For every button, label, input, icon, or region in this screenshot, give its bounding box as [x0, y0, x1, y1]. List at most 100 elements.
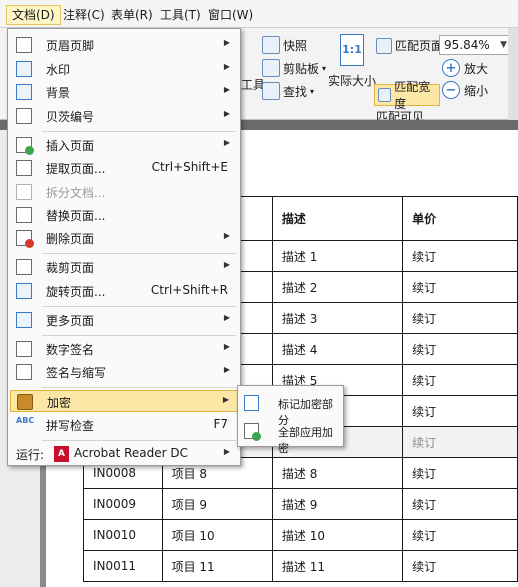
submenu-arrow-icon: ▶: [223, 447, 230, 456]
find-icon: [262, 82, 280, 100]
find-button[interactable]: 查找 ▾: [262, 82, 314, 100]
chevron-down-icon[interactable]: ▼: [500, 36, 507, 54]
fit-width-button[interactable]: 匹配宽度: [374, 80, 440, 111]
menu-item-background[interactable]: 背景 ▶: [10, 81, 238, 103]
actual-size-button[interactable]: 1:1 实际大小: [328, 34, 376, 89]
menu-comment[interactable]: 注释(C): [58, 5, 110, 25]
menu-item-delete-page[interactable]: 删除页面 ▶: [10, 227, 238, 249]
acrobat-reader-label: Acrobat Reader DC: [74, 446, 188, 460]
watermark-icon: [16, 61, 32, 77]
menu-item-label: 背景: [46, 86, 71, 100]
replace-page-icon: [16, 207, 32, 223]
encrypt-submenu: 标记加密部分 全部应用加密: [237, 385, 344, 455]
table-cell: 描述 10: [271, 519, 404, 551]
table-cell: 续订: [402, 302, 518, 334]
insert-page-icon: [16, 137, 34, 155]
fit-page-label: 匹配页面: [395, 39, 444, 53]
table-cell: 描述 1: [271, 240, 404, 272]
menu-item-label: 替换页面...: [46, 209, 106, 223]
table-cell: 续订: [402, 364, 518, 396]
menu-item-watermark[interactable]: 水印 ▶: [10, 58, 238, 80]
dropdown-caret-icon: ▾: [310, 86, 315, 96]
menu-item-crop-page[interactable]: 裁剪页面 ▶: [10, 256, 238, 278]
menu-item-label: 签名与缩写: [46, 366, 107, 380]
table-cell: 续订: [402, 271, 518, 303]
table-cell: IN0011: [83, 550, 163, 582]
snapshot-button[interactable]: 快照: [262, 36, 307, 54]
submenu-arrow-icon: ▶: [223, 365, 230, 374]
table-cell: 项目 9: [161, 488, 273, 520]
menu-item-extract-page[interactable]: 提取页面... Ctrl+Shift+E: [10, 157, 238, 179]
submenu-arrow-icon: ▶: [223, 313, 230, 322]
apply-encrypt-icon: [244, 423, 261, 441]
extract-page-icon: [16, 160, 32, 176]
zoom-out-button[interactable]: − 缩小: [442, 81, 488, 99]
menu-window[interactable]: 窗口(W): [203, 5, 258, 25]
table-row: IN0009 项目 9 描述 9 续订: [83, 488, 518, 520]
menu-separator: [42, 335, 236, 336]
zoom-out-icon: −: [442, 81, 460, 99]
table-cell: 描述 2: [271, 271, 404, 303]
menu-item-insert-page[interactable]: 插入页面 ▶: [10, 134, 238, 156]
menu-item-split-document: 拆分文档...: [10, 181, 238, 203]
submenu-item-apply-all-encrypt[interactable]: 全部应用加密: [240, 420, 341, 455]
submenu-arrow-icon: ▶: [222, 395, 229, 404]
menu-item-label: 提取页面...: [46, 162, 106, 176]
menu-item-rotate-page[interactable]: 旋转页面... Ctrl+Shift+R: [10, 280, 238, 302]
menu-item-label: 贝茨编号: [46, 110, 95, 124]
menu-item-digital-signature[interactable]: 数字签名 ▶: [10, 338, 238, 360]
menu-separator: [42, 440, 236, 441]
zoom-in-button[interactable]: + 放大: [442, 59, 488, 77]
submenu-arrow-icon: ▶: [223, 109, 230, 118]
clipboard-icon: [262, 59, 280, 77]
submenu-item-label: 全部应用加密: [278, 426, 333, 455]
crop-page-icon: [16, 259, 32, 275]
run-label: 运行:: [16, 448, 45, 462]
submenu-item-mark-encrypt[interactable]: 标记加密部分: [240, 392, 341, 427]
menu-item-sign-and-initials[interactable]: 签名与缩写 ▶: [10, 361, 238, 383]
menu-item-spell-check[interactable]: ABC 拼写检查 F7: [10, 414, 238, 436]
submenu-arrow-icon: ▶: [223, 231, 230, 240]
zoom-input[interactable]: 95.84% ▼: [439, 35, 511, 55]
fit-page-button[interactable]: 匹配页面: [376, 37, 443, 54]
split-document-icon: [16, 184, 32, 200]
lock-folder-icon: [17, 394, 33, 410]
menu-item-label: 数字签名: [46, 343, 95, 357]
table-cell: 描述 9: [271, 488, 404, 520]
zoom-value: 95.84%: [444, 38, 490, 52]
more-pages-icon: [16, 312, 32, 328]
table-row: IN0010 项目 10 描述 10 续订: [83, 519, 518, 551]
dropdown-caret-icon: ▾: [322, 63, 327, 73]
header-footer-icon: [16, 37, 32, 53]
rotate-page-icon: [16, 283, 32, 299]
table-cell: 项目 10: [161, 519, 273, 551]
table-cell: 描述 11: [271, 550, 404, 582]
ribbon-scroll-edge: [508, 28, 518, 120]
zoom-in-icon: +: [442, 59, 460, 77]
menu-document[interactable]: 文档(D): [6, 5, 61, 25]
menu-item-run-acrobat[interactable]: 运行: A Acrobat Reader DC ▶: [10, 443, 238, 465]
clipboard-button[interactable]: 剪贴板 ▾: [262, 59, 326, 77]
menu-item-header-footer[interactable]: 页眉页脚 ▶: [10, 34, 238, 56]
table-cell: 描述 4: [271, 333, 404, 365]
menu-item-more-pages[interactable]: 更多页面 ▶: [10, 309, 238, 331]
submenu-arrow-icon: ▶: [223, 62, 230, 71]
menu-item-encrypt[interactable]: 加密 ▶: [10, 390, 238, 412]
menu-tools[interactable]: 工具(T): [155, 5, 206, 25]
menu-form[interactable]: 表单(R): [106, 5, 158, 25]
menu-bar: 文档(D) 注释(C) 表单(R) 工具(T) 窗口(W): [0, 0, 518, 28]
shortcut-label: Ctrl+Shift+E: [151, 160, 228, 174]
zoom-in-label: 放大: [464, 61, 489, 76]
mark-encrypt-icon: [244, 395, 259, 411]
fit-width-icon: [378, 88, 392, 102]
menu-item-bates-numbering[interactable]: 贝茨编号 ▶: [10, 105, 238, 127]
menu-item-label: 加密: [47, 396, 72, 410]
zoom-out-label: 缩小: [464, 83, 489, 98]
table-cell: 描述 3: [271, 302, 404, 334]
table-cell: 续订: [402, 550, 518, 582]
menu-item-replace-page[interactable]: 替换页面...: [10, 204, 238, 226]
spell-check-icon: ABC: [16, 416, 35, 425]
submenu-arrow-icon: ▶: [223, 342, 230, 351]
table-row: IN0011 项目 11 描述 11 续订: [83, 550, 518, 582]
sign-initials-icon: [16, 364, 32, 380]
